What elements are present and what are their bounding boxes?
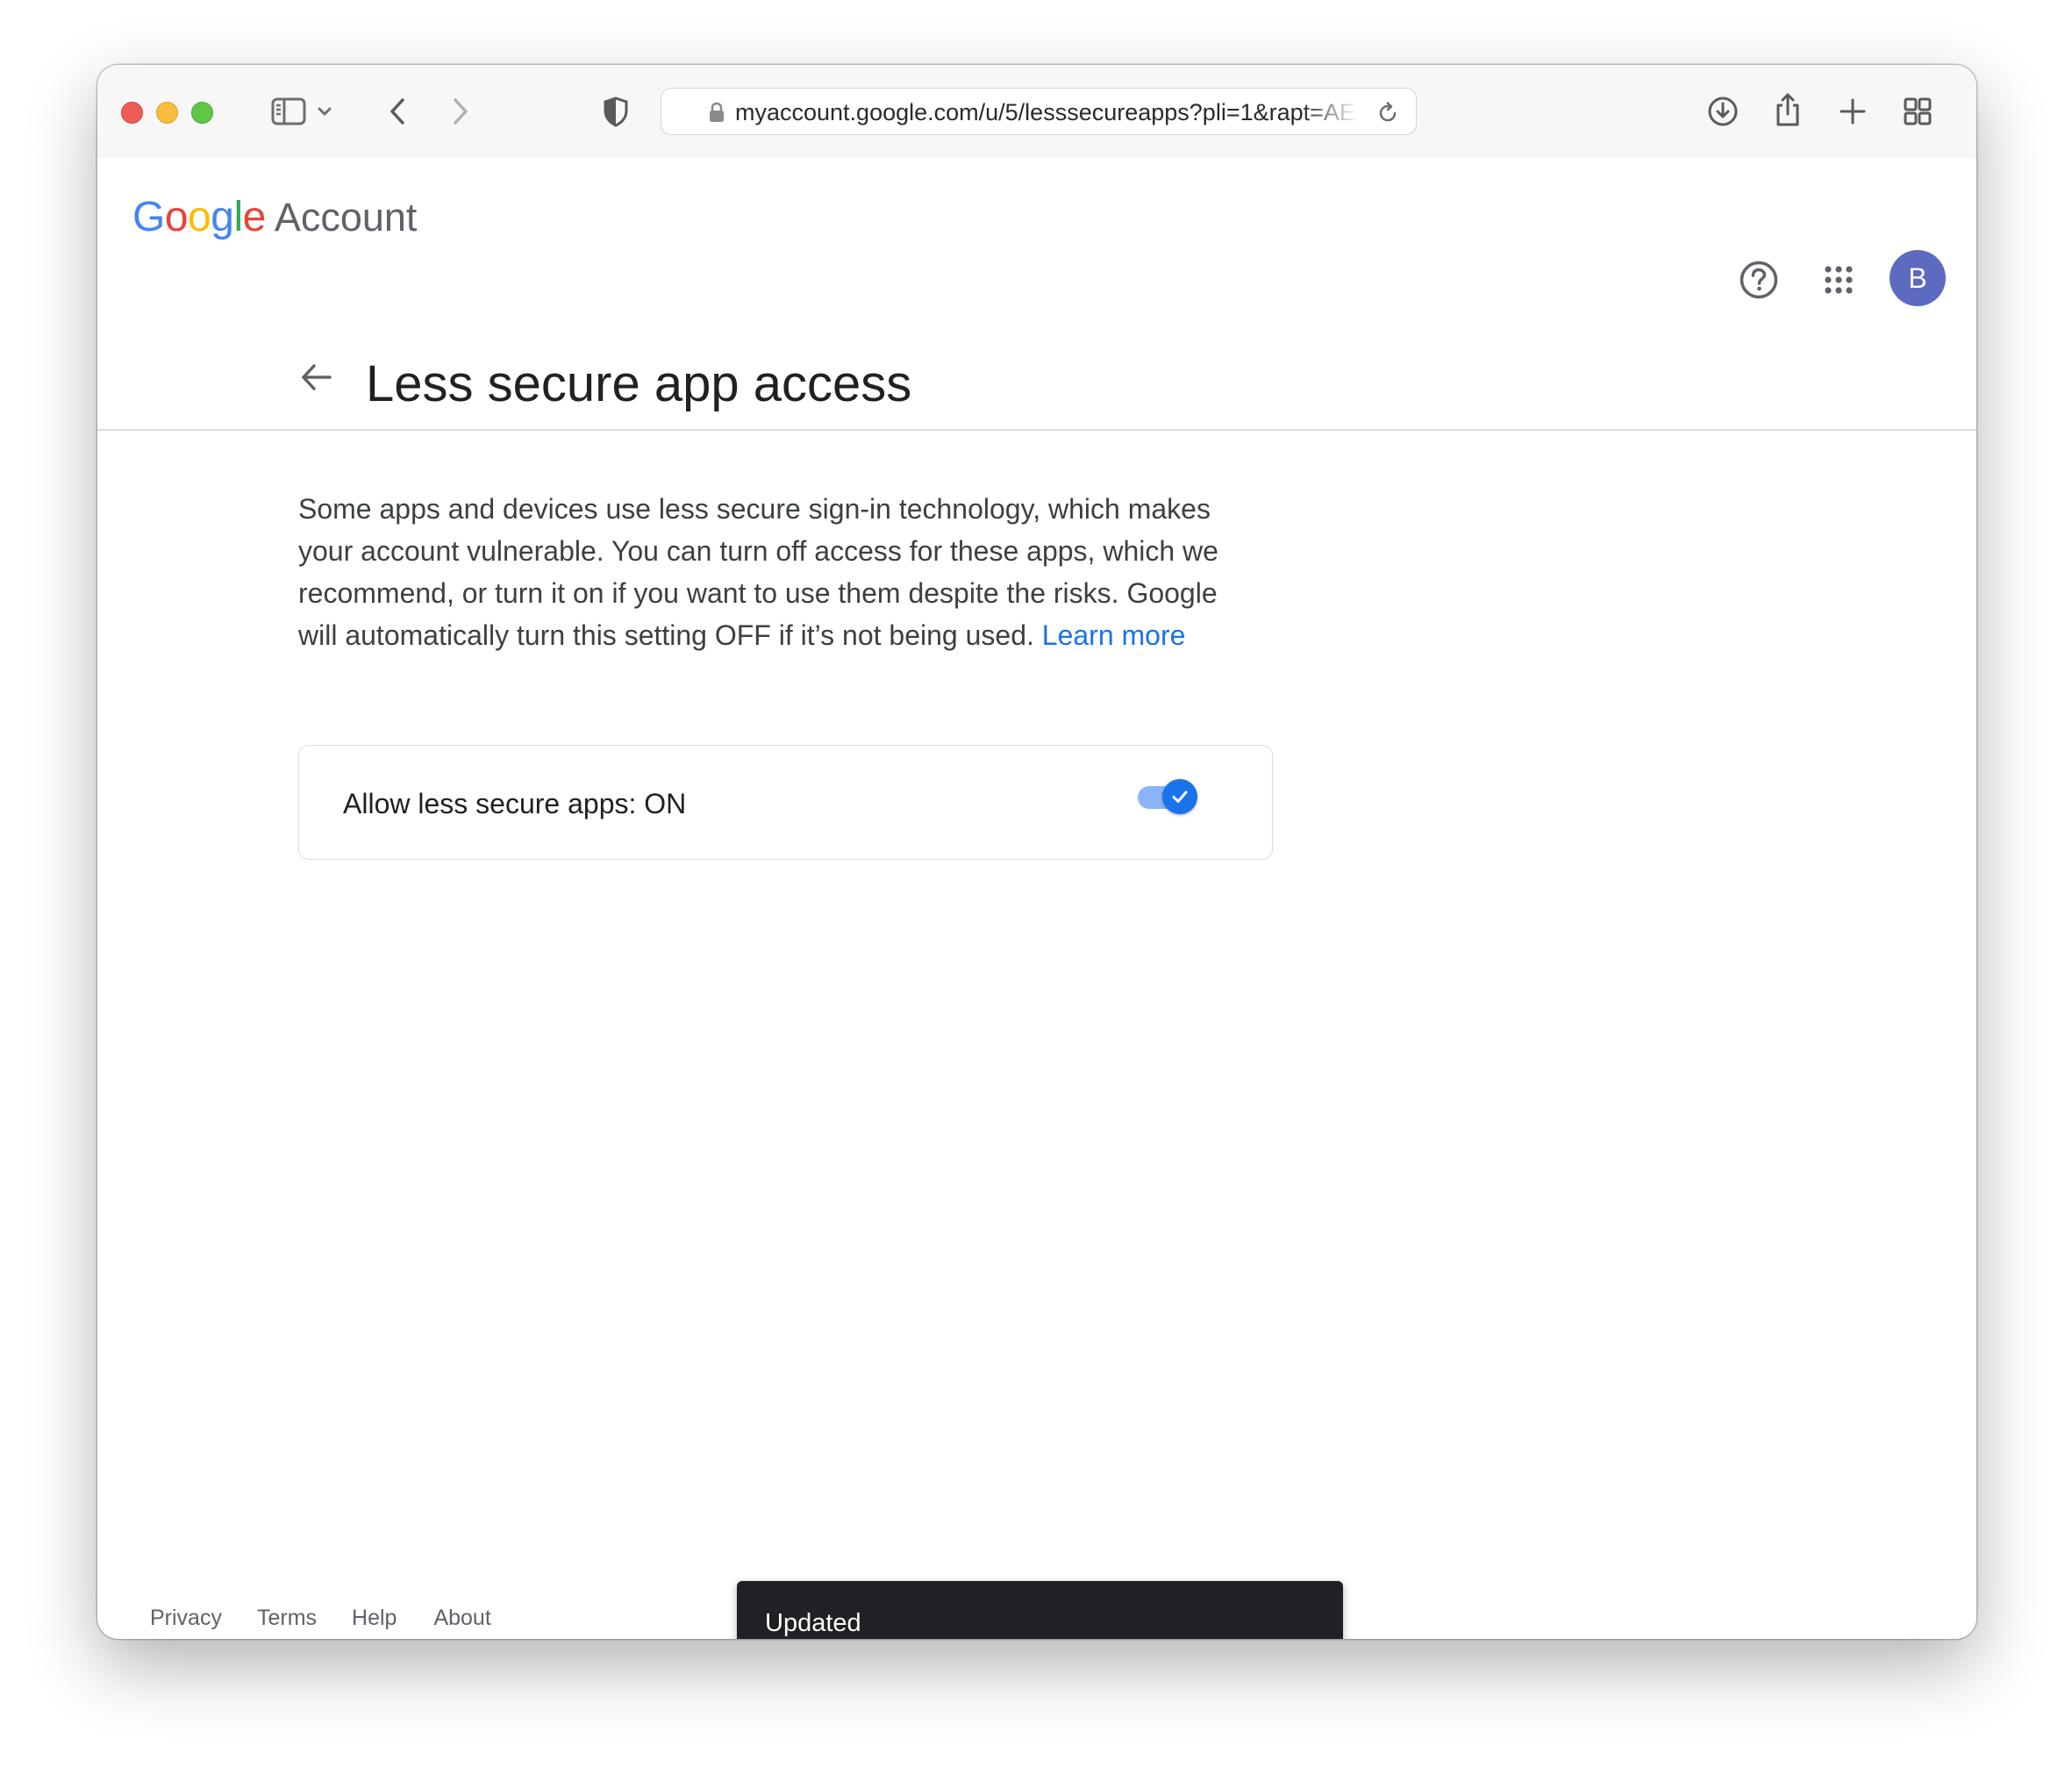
footer-link-privacy[interactable]: Privacy — [150, 1606, 222, 1631]
url-text: myaccount.google.com/u/5/lesssecureapps?… — [735, 99, 1358, 125]
toggle-knob — [1162, 779, 1197, 814]
account-label: Account — [274, 195, 418, 240]
reload-icon[interactable] — [1375, 100, 1401, 126]
logo-letter: o — [188, 194, 211, 240]
logo-letter: G — [132, 194, 165, 240]
header-divider — [97, 429, 1976, 431]
apps-grid-icon[interactable] — [1815, 256, 1862, 304]
share-icon[interactable] — [1769, 89, 1806, 130]
maximize-window-button[interactable] — [191, 102, 213, 124]
sidebar-icon[interactable] — [269, 95, 308, 128]
forward-icon[interactable] — [443, 93, 478, 130]
footer-link-terms[interactable]: Terms — [257, 1606, 317, 1631]
tab-overview-icon[interactable] — [1899, 93, 1936, 130]
browser-window: myaccount.google.com/u/5/lesssecureapps?… — [97, 65, 1976, 1639]
download-icon[interactable] — [1704, 93, 1741, 130]
help-icon[interactable] — [1735, 256, 1783, 304]
browser-toolbar: myaccount.google.com/u/5/lesssecureapps?… — [97, 65, 1976, 159]
check-icon — [1172, 790, 1188, 803]
snackbar: Updated — [737, 1581, 1343, 1639]
logo-letter: o — [164, 194, 189, 240]
learn-more-link[interactable]: Learn more — [1042, 619, 1186, 651]
plus-icon[interactable] — [1834, 93, 1871, 130]
google-wordmark: Google — [132, 193, 266, 241]
page-title: Less secure app access — [366, 355, 912, 412]
logo-letter: e — [242, 194, 267, 240]
footer-links: Privacy Terms Help About — [150, 1606, 491, 1631]
shield-icon[interactable] — [597, 93, 634, 130]
back-icon[interactable] — [380, 93, 415, 130]
back-arrow-icon[interactable] — [290, 351, 343, 404]
close-window-button[interactable] — [121, 102, 143, 124]
minimize-window-button[interactable] — [156, 102, 178, 124]
google-account-logo[interactable]: Google Account — [132, 193, 417, 242]
avatar[interactable]: B — [1890, 250, 1946, 306]
snackbar-message: Updated — [765, 1609, 861, 1637]
address-bar[interactable]: myaccount.google.com/u/5/lesssecureapps?… — [661, 88, 1417, 135]
footer-link-help[interactable]: Help — [352, 1606, 397, 1631]
page-content: Google Account B Less secure app access … — [97, 158, 1976, 1639]
logo-letter: l — [233, 194, 243, 240]
page-description: Some apps and devices use less secure si… — [298, 488, 1228, 656]
lock-icon — [707, 101, 726, 124]
less-secure-apps-setting-card: Allow less secure apps: ON — [298, 745, 1273, 860]
footer-link-about[interactable]: About — [433, 1606, 490, 1631]
setting-label: Allow less secure apps: ON — [343, 788, 687, 819]
logo-letter: g — [211, 194, 234, 240]
chevron-down-icon[interactable] — [313, 100, 336, 123]
less-secure-apps-toggle[interactable] — [1134, 777, 1201, 816]
